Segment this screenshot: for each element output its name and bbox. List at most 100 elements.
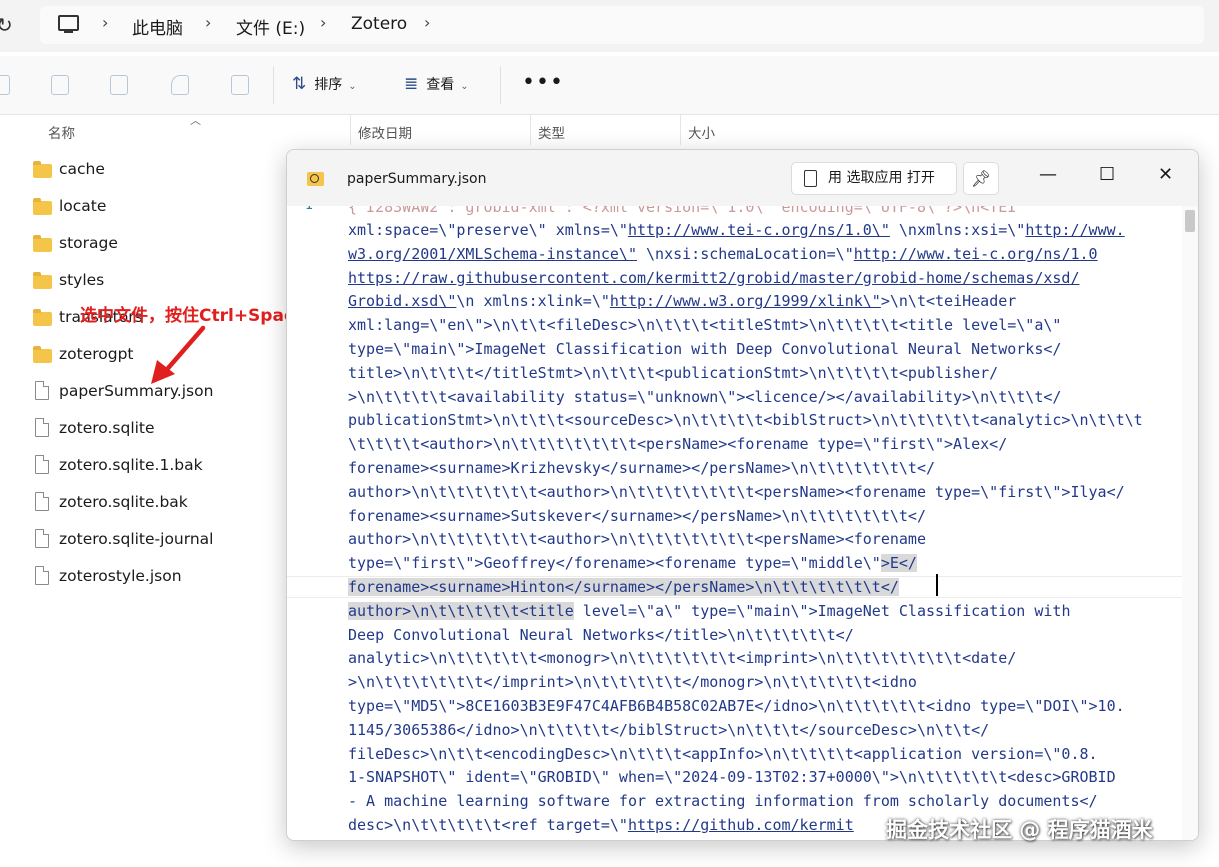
view-button[interactable]: ≣ 查看 ⌄	[404, 74, 469, 94]
code-text: type=\"main\">ImageNet Classification wi…	[348, 340, 1062, 358]
list-item[interactable]: zoterostyle.json	[33, 563, 273, 593]
breadcrumb[interactable]	[40, 6, 1204, 44]
code-line: \t\t\t\t<author>\n\t\t\t\t\t\t\t<persNam…	[348, 432, 1007, 456]
code-text: \nxmlns:xsi=\"	[889, 221, 1026, 239]
code-line: Grobid.xsd\"\n xmlns:xlink=\"http://www.…	[348, 289, 1016, 313]
code-text: xml:lang=\"en\">\n\t\t<fileDesc>\n\t\t\t…	[348, 316, 1062, 335]
code-view[interactable]: 1 {"I283WAW2":"grobid-xml":"<?xml versio…	[287, 206, 1182, 840]
column-divider[interactable]	[350, 115, 351, 145]
vertical-scrollbar[interactable]	[1182, 206, 1198, 840]
this-pc-icon[interactable]	[58, 15, 79, 33]
sort-button[interactable]: ⇅ 排序 ⌄	[292, 74, 357, 94]
preview-app-icon	[307, 172, 324, 186]
code-link[interactable]: https://raw.githubusercontent.com/kermit…	[348, 269, 1080, 287]
chevron-down-icon: ⌄	[348, 81, 357, 92]
code-line: xml:space=\"preserve\" xmlns=\"http://ww…	[348, 218, 1125, 242]
column-divider[interactable]	[680, 115, 681, 145]
sort-label: 排序	[314, 77, 343, 93]
code-line: fileDesc>\n\t\t<encodingDesc>\n\t\t\t<ap…	[348, 742, 1098, 766]
folder-icon	[33, 161, 52, 178]
chevron-right-icon[interactable]: ›	[424, 13, 430, 32]
code-line: 1-SNAPSHOT\" ident=\"GROBID\" when=\"202…	[348, 765, 1116, 789]
code-text: fileDesc>\n\t\t<encodingDesc>\n\t\t\t<ap…	[348, 744, 1098, 763]
column-size[interactable]: 大小	[688, 122, 715, 142]
chevron-right-icon[interactable]: ›	[102, 13, 108, 32]
code-text: \n xmlns:xlink=\"	[456, 292, 610, 311]
list-item[interactable]: storage	[33, 230, 273, 260]
code-line: type=\"MD5\">8CE1603B3E9F47C4AFB6B4B58C0…	[348, 694, 1125, 718]
code-line: forename><surname>Sutskever</surname></p…	[348, 504, 926, 528]
open-with-button[interactable]: 用 选取应用 打开	[791, 162, 957, 195]
code-line: desc>\n\t\t\t\t\t<ref target=\"https://g…	[348, 813, 854, 837]
chevron-right-icon[interactable]: ›	[320, 13, 326, 32]
column-modified[interactable]: 修改日期	[358, 122, 412, 142]
code-line: publicationStmt>\n\t\t\t<sourceDesc>\n\t…	[348, 408, 1143, 432]
code-text: author>\n\t\t\t\t\t\t<author>\n\t\t\t\t\…	[348, 482, 1125, 501]
code-line: w3.org/2001/XMLSchema-instance\" \nxsi:s…	[348, 242, 1098, 266]
rename-icon[interactable]	[110, 75, 128, 95]
breadcrumb-this-pc[interactable]: 此电脑	[132, 14, 183, 39]
file-name: zotero.sqlite	[59, 419, 155, 437]
minimize-icon[interactable]: —	[1039, 164, 1057, 185]
code-link[interactable]: http://www.	[1025, 221, 1124, 239]
watermark: 掘金技术社区 @ 程序猫酒米	[886, 818, 1153, 842]
maximize-icon[interactable]: ☐	[1099, 164, 1115, 185]
breadcrumb-zotero[interactable]: Zotero	[351, 14, 407, 34]
code-link[interactable]: https://github.com/kermit	[628, 816, 854, 834]
code-text: \nxsi:schemaLocation=\"	[636, 244, 854, 263]
code-link[interactable]: http://www.tei-c.org/ns/1.0\"	[628, 221, 890, 239]
code-text: level=\"a\" type=\"main\">ImageNet Class…	[573, 601, 1071, 620]
column-divider[interactable]	[530, 115, 531, 145]
sort-icon: ⇅	[292, 74, 307, 94]
list-item[interactable]: zotero.sqlite	[33, 415, 273, 445]
folder-icon	[33, 309, 52, 326]
new-icon[interactable]	[0, 75, 10, 95]
code-text: forename><surname>Krizhevsky</surname></…	[348, 459, 935, 477]
list-item[interactable]: locate	[33, 193, 273, 223]
code-text: forename><surname>Sutskever</surname></p…	[348, 506, 926, 525]
column-type[interactable]: 类型	[538, 122, 565, 142]
file-name: zotero.sqlite-journal	[59, 530, 214, 548]
file-name: styles	[59, 271, 105, 289]
file-icon	[35, 418, 49, 437]
code-text: title>\n\t\t\t</titleStmt>\n\t\t\t<publi…	[348, 363, 999, 382]
preview-titlebar[interactable]: paperSummary.json 用 选取应用 打开 📌︎ — ☐ ✕	[287, 150, 1198, 206]
chevron-right-icon[interactable]: ›	[205, 13, 211, 32]
toolbar-divider	[500, 66, 501, 104]
code-link[interactable]: Grobid.xsd\"	[348, 292, 456, 310]
code-selection: author>\n\t\t\t\t\t<title	[348, 601, 574, 620]
share-icon[interactable]	[171, 75, 189, 95]
folder-icon	[33, 272, 52, 289]
file-name: locate	[59, 197, 107, 215]
folder-icon	[33, 235, 52, 252]
list-item[interactable]: zotero.sqlite.bak	[33, 489, 273, 519]
annotation-arrow-icon	[151, 325, 206, 384]
breadcrumb-drive-e[interactable]: 文件 (E:)	[236, 14, 305, 39]
code-link[interactable]: w3.org/2001/XMLSchema-instance\"	[348, 245, 637, 263]
code-text: Deep Convolutional Neural Networks</titl…	[348, 625, 854, 644]
copy-icon[interactable]	[51, 75, 69, 95]
file-name: zotero.sqlite.1.bak	[59, 456, 203, 474]
scrollbar-thumb[interactable]	[1185, 210, 1195, 232]
code-line: type=\"main\">ImageNet Classification wi…	[348, 337, 1061, 361]
code-line: author>\n\t\t\t\t\t<title level=\"a\" ty…	[348, 599, 1070, 623]
file-name: zoterogpt	[59, 345, 134, 363]
list-item[interactable]: cache	[33, 156, 273, 186]
pin-button[interactable]: 📌︎	[963, 162, 999, 195]
file-icon	[35, 492, 49, 511]
code-text: 1-SNAPSHOT\" ident=\"GROBID\" when=\"202…	[348, 768, 1116, 787]
code-link[interactable]: http://www.tei-c.org/ns/1.0	[854, 245, 1098, 263]
code-link[interactable]: http://www.w3.org/1999/xlink\"	[610, 292, 881, 310]
sort-ascending-icon: ︿	[190, 114, 201, 127]
code-line: author>\n\t\t\t\t\t\t<author>\n\t\t\t\t\…	[348, 480, 1125, 504]
close-icon[interactable]: ✕	[1158, 164, 1173, 185]
list-item[interactable]: zotero.sqlite.1.bak	[33, 452, 273, 482]
delete-icon[interactable]	[231, 75, 249, 95]
list-item[interactable]: zotero.sqlite-journal	[33, 526, 273, 556]
file-preview-window: paperSummary.json 用 选取应用 打开 📌︎ — ☐ ✕ 1 {…	[286, 149, 1199, 841]
column-name[interactable]: 名称	[48, 122, 75, 142]
folder-icon	[33, 198, 52, 215]
refresh-icon[interactable]: ↻	[0, 13, 13, 37]
list-item[interactable]: styles	[33, 267, 273, 297]
more-options-button[interactable]: •••	[522, 70, 564, 95]
